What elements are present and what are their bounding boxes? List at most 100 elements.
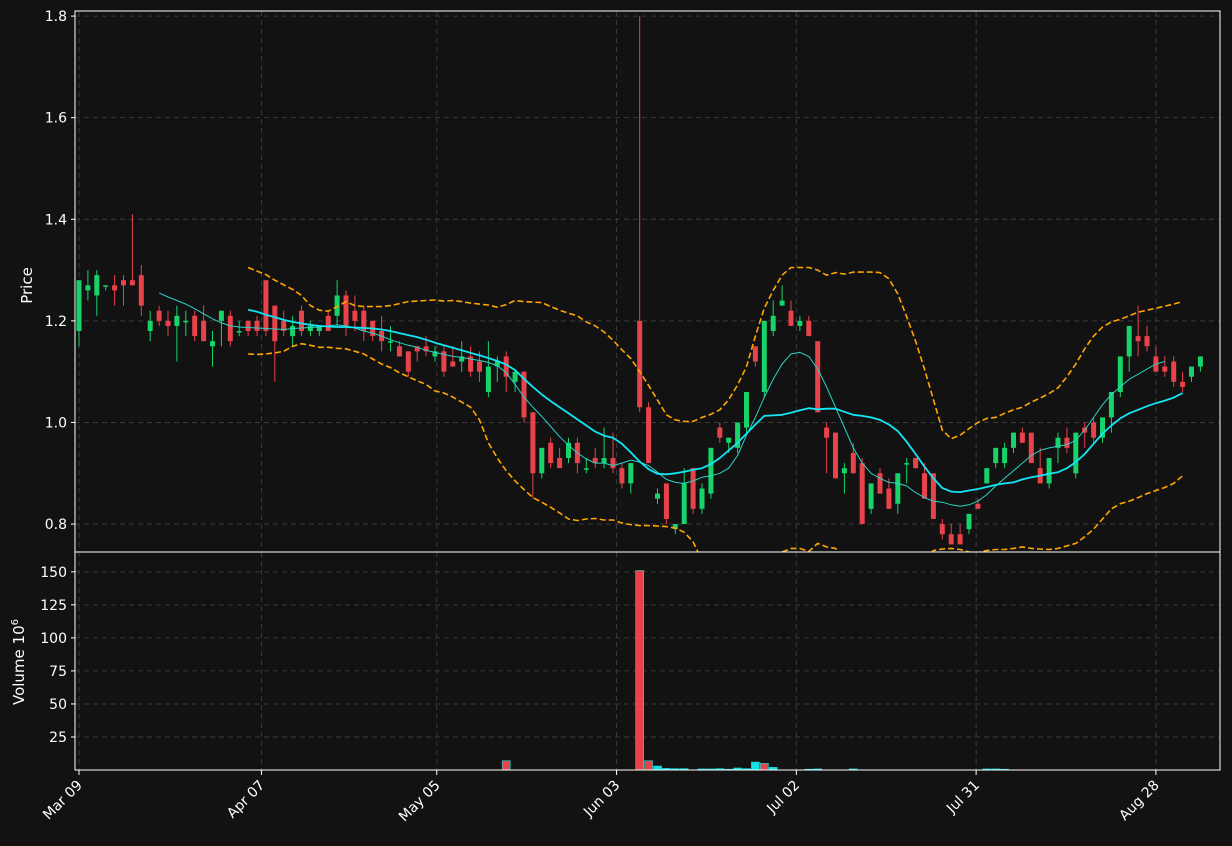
volume-axis-title-text: Volume 10: [10, 625, 28, 705]
candle-down: [129, 280, 135, 286]
candle-up: [512, 371, 518, 382]
candle-up: [183, 320, 189, 323]
price-axis-title: Price: [18, 267, 36, 304]
price-plot-area: [76, 16, 1203, 552]
candle-up: [1189, 366, 1194, 377]
candle-down: [939, 524, 945, 535]
candle-down: [619, 468, 625, 484]
candle-down: [396, 346, 402, 357]
candle-up: [770, 315, 776, 332]
candle-up: [583, 468, 589, 470]
candle-down: [227, 315, 233, 342]
candle-up: [904, 463, 910, 465]
axis-labels: 0.8 1.0 1.2 1.4 1.6 1.8 25 50 75 100 125 150 Mar 09 A…: [10, 9, 1163, 825]
candle-down: [824, 427, 830, 438]
candle-up: [601, 458, 607, 464]
candle-down: [646, 407, 652, 464]
candle-down: [138, 275, 144, 306]
candle-up: [210, 341, 215, 347]
candle-down: [530, 412, 536, 474]
candle-down: [254, 320, 260, 332]
candle-up: [94, 275, 100, 296]
candle-up: [1046, 458, 1052, 484]
candle-up: [726, 437, 732, 443]
candlestick-chart: 0.8 1.0 1.2 1.4 1.6 1.8 25 50 75 100 125 150 Mar 09 A…: [0, 0, 1232, 842]
slow-moving-average-line: [247, 308, 1184, 494]
candle-up: [797, 320, 803, 326]
candle-up: [779, 300, 785, 306]
candle-down: [121, 280, 126, 286]
volume-axis-exponent: 6: [10, 619, 21, 625]
candle-up: [681, 483, 687, 525]
price-tick-label: 1.4: [45, 212, 67, 228]
candle-down: [788, 310, 794, 326]
candle-down: [717, 427, 723, 438]
candle-up: [1002, 447, 1008, 464]
volume-tick-label: 125: [40, 598, 67, 614]
candle-up: [85, 285, 91, 291]
x-tick-label: Jul 02: [763, 778, 803, 818]
candle-down: [112, 285, 118, 291]
candle-down: [1162, 366, 1168, 372]
volume-tick-label: 75: [49, 664, 67, 680]
x-tick-label: Jul 31: [943, 778, 983, 818]
candle-down: [1064, 437, 1070, 448]
upper-band-line: [247, 266, 1183, 440]
price-tick-label: 1.8: [45, 9, 67, 25]
x-tick-label: Jun 03: [580, 778, 623, 821]
candle-down: [913, 458, 919, 469]
candle-up: [307, 325, 313, 332]
candle-down: [859, 463, 865, 525]
candle-down: [1180, 381, 1186, 387]
candle-down: [405, 351, 411, 372]
candle-down: [610, 458, 616, 469]
volume-bar: [644, 760, 653, 770]
x-tick-label: Mar 09: [40, 778, 86, 824]
candle-down: [975, 503, 981, 509]
price-tick-label: 1.2: [45, 314, 67, 330]
volume-plot-area: [501, 570, 1009, 770]
candle-up: [841, 468, 847, 474]
volume-bar: [501, 760, 511, 770]
candle-down: [833, 432, 838, 479]
candle-up: [628, 463, 634, 484]
x-tick-label: Apr 07: [224, 778, 268, 822]
candle-down: [557, 458, 563, 469]
x-tick-label: Aug 28: [1116, 778, 1162, 824]
candle-up: [147, 320, 153, 332]
candle-up: [485, 366, 491, 392]
candle-up: [290, 325, 296, 337]
candle-down: [922, 473, 927, 499]
candle-up: [236, 331, 242, 333]
candle-down: [1144, 336, 1150, 347]
price-tick-label: 1.0: [45, 415, 67, 431]
candle-down: [201, 320, 207, 342]
candle-up: [218, 310, 224, 321]
chart-canvas: 0.8 1.0 1.2 1.4 1.6 1.8 25 50 75 100 125 150 Mar 09 A…: [10, 9, 1221, 825]
candle-up: [539, 447, 545, 474]
candle-up: [895, 473, 901, 504]
candle-up: [1197, 356, 1203, 367]
candle-up: [966, 513, 972, 530]
volume-tick-label: 25: [49, 730, 67, 746]
candle-down: [690, 468, 696, 509]
candle-down: [1028, 432, 1034, 464]
volume-bar: [653, 765, 662, 770]
panel-frames: [71, 10, 1221, 775]
candle-down: [477, 361, 482, 372]
volume-bar: [635, 570, 645, 770]
candle-down: [850, 452, 856, 474]
volume-tick-label: 100: [40, 631, 67, 647]
candle-up: [103, 285, 109, 287]
candle-up: [699, 488, 705, 509]
candle-down: [352, 310, 358, 321]
candle-up: [984, 468, 990, 484]
candle-down: [886, 488, 892, 509]
candle-down: [165, 320, 171, 326]
candle-down: [1171, 361, 1177, 382]
candle-up: [76, 280, 82, 332]
candle-down: [548, 442, 554, 464]
candle-down: [1019, 432, 1025, 443]
candle-down: [272, 305, 278, 342]
volume-gridlines: [75, 552, 1220, 770]
